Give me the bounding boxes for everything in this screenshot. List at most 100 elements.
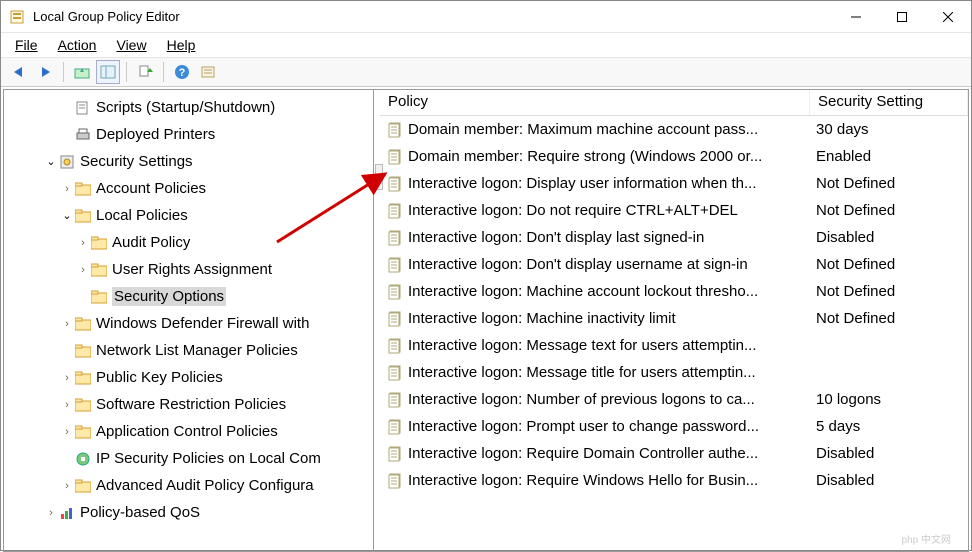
policy-icon — [388, 473, 404, 489]
policy-name: Interactive logon: Message title for use… — [408, 364, 810, 381]
security-icon — [58, 154, 76, 170]
tree-item[interactable]: › Audit Policy — [4, 229, 373, 256]
policy-name: Interactive logon: Do not require CTRL+A… — [408, 202, 810, 219]
close-button[interactable] — [925, 1, 971, 33]
policy-row[interactable]: Interactive logon: Don't display usernam… — [380, 251, 968, 278]
export-button[interactable] — [133, 60, 157, 84]
policy-icon — [388, 257, 404, 273]
chevron-down-icon[interactable]: ⌄ — [60, 209, 74, 222]
chevron-right-icon[interactable]: › — [76, 237, 90, 249]
policy-row[interactable]: Interactive logon: Require Domain Contro… — [380, 440, 968, 467]
tree-item[interactable]: ⌄ Security Settings — [4, 148, 373, 175]
policy-icon — [388, 230, 404, 246]
tree-item[interactable]: IP Security Policies on Local Com — [4, 445, 373, 472]
policy-row[interactable]: Interactive logon: Machine account locko… — [380, 278, 968, 305]
tree-item[interactable]: ›Application Control Policies — [4, 418, 373, 445]
tree-item[interactable]: › Account Policies — [4, 175, 373, 202]
policy-setting: Not Defined — [810, 283, 895, 300]
tree-item[interactable]: › Advanced Audit Policy Configura — [4, 472, 373, 499]
tree-item-label: Advanced Audit Policy Configura — [96, 477, 314, 494]
policy-setting: Not Defined — [810, 175, 895, 192]
properties-button[interactable] — [196, 60, 220, 84]
policy-row[interactable]: Domain member: Require strong (Windows 2… — [380, 143, 968, 170]
policy-setting: Disabled — [810, 229, 874, 246]
policy-row[interactable]: Interactive logon: Message text for user… — [380, 332, 968, 359]
chevron-right-icon[interactable]: › — [60, 183, 74, 195]
tree-item[interactable]: ⌄Local Policies — [4, 202, 373, 229]
menu-file[interactable]: File — [7, 35, 46, 55]
policy-row[interactable]: Domain member: Maximum machine account p… — [380, 116, 968, 143]
tree-item[interactable]: Security Options — [4, 283, 373, 310]
chevron-right-icon[interactable]: › — [60, 318, 74, 330]
chevron-right-icon[interactable]: › — [44, 507, 58, 519]
up-level-button[interactable] — [70, 60, 94, 84]
policy-row[interactable]: Interactive logon: Prompt user to change… — [380, 413, 968, 440]
tree-item[interactable]: Network List Manager Policies — [4, 337, 373, 364]
minimize-button[interactable] — [833, 1, 879, 33]
show-hide-tree-button[interactable] — [96, 60, 120, 84]
policy-row[interactable]: Interactive logon: Do not require CTRL+A… — [380, 197, 968, 224]
policy-setting: 10 logons — [810, 391, 881, 408]
menu-view[interactable]: View — [108, 35, 154, 55]
policy-row[interactable]: Interactive logon: Number of previous lo… — [380, 386, 968, 413]
tree-item-label: Audit Policy — [112, 234, 190, 251]
menu-help[interactable]: Help — [159, 35, 204, 55]
chevron-right-icon[interactable]: › — [60, 372, 74, 384]
policy-name: Interactive logon: Require Windows Hello… — [408, 472, 810, 489]
folder-icon — [74, 397, 92, 413]
pane-splitter[interactable] — [374, 90, 380, 551]
policy-name: Interactive logon: Machine inactivity li… — [408, 310, 810, 327]
tree-item[interactable]: ›Policy-based QoS — [4, 499, 373, 526]
tree-item-label: IP Security Policies on Local Com — [96, 450, 321, 467]
column-header-setting[interactable]: Security Setting — [810, 90, 968, 115]
policy-name: Interactive logon: Prompt user to change… — [408, 418, 810, 435]
tree-item[interactable]: ›Software Restriction Policies — [4, 391, 373, 418]
tree-item-label: Security Settings — [80, 153, 193, 170]
tree-item[interactable]: Scripts (Startup/Shutdown) — [4, 94, 373, 121]
policy-name: Interactive logon: Number of previous lo… — [408, 391, 810, 408]
chevron-right-icon[interactable]: › — [60, 426, 74, 438]
chevron-right-icon[interactable]: › — [60, 480, 74, 492]
tree-item[interactable]: ›Windows Defender Firewall with — [4, 310, 373, 337]
toolbar-divider — [163, 62, 164, 82]
policy-name: Domain member: Require strong (Windows 2… — [408, 148, 810, 165]
menubar: File Action View Help — [1, 33, 971, 57]
chevron-down-icon[interactable]: ⌄ — [44, 155, 58, 168]
policy-icon — [388, 311, 404, 327]
column-header-policy[interactable]: Policy — [380, 90, 810, 115]
window-controls — [833, 1, 971, 33]
chevron-right-icon[interactable]: › — [60, 399, 74, 411]
policy-icon — [388, 149, 404, 165]
policy-icon — [388, 365, 404, 381]
tree-item-label: Scripts (Startup/Shutdown) — [96, 99, 275, 116]
tree-item-label: Security Options — [112, 287, 226, 306]
main-area: Scripts (Startup/Shutdown) Deployed Print… — [3, 89, 969, 552]
chevron-right-icon[interactable]: › — [76, 264, 90, 276]
policy-icon — [388, 284, 404, 300]
policy-row[interactable]: Interactive logon: Machine inactivity li… — [380, 305, 968, 332]
tree-item[interactable]: › User Rights Assignment — [4, 256, 373, 283]
folder-icon — [90, 262, 108, 278]
tree[interactable]: Scripts (Startup/Shutdown) Deployed Print… — [4, 90, 373, 530]
policy-name: Interactive logon: Don't display usernam… — [408, 256, 810, 273]
forward-button[interactable] — [33, 60, 57, 84]
printer-icon — [74, 127, 92, 143]
list-body[interactable]: Domain member: Maximum machine account p… — [380, 116, 968, 551]
tree-item-label: Deployed Printers — [96, 126, 215, 143]
policy-row[interactable]: Interactive logon: Message title for use… — [380, 359, 968, 386]
policy-icon — [388, 203, 404, 219]
policy-row[interactable]: Interactive logon: Display user informat… — [380, 170, 968, 197]
qos-icon — [58, 505, 76, 521]
back-button[interactable] — [7, 60, 31, 84]
tree-item-label: Account Policies — [96, 180, 206, 197]
policy-row[interactable]: Interactive logon: Don't display last si… — [380, 224, 968, 251]
help-button[interactable]: ? — [170, 60, 194, 84]
policy-row[interactable]: Interactive logon: Require Windows Hello… — [380, 467, 968, 494]
tree-item[interactable]: Deployed Printers — [4, 121, 373, 148]
tree-item-label: User Rights Assignment — [112, 261, 272, 278]
maximize-button[interactable] — [879, 1, 925, 33]
policy-name: Interactive logon: Display user informat… — [408, 175, 810, 192]
tree-item[interactable]: ›Public Key Policies — [4, 364, 373, 391]
policy-name: Interactive logon: Require Domain Contro… — [408, 445, 810, 462]
menu-action[interactable]: Action — [50, 35, 105, 55]
